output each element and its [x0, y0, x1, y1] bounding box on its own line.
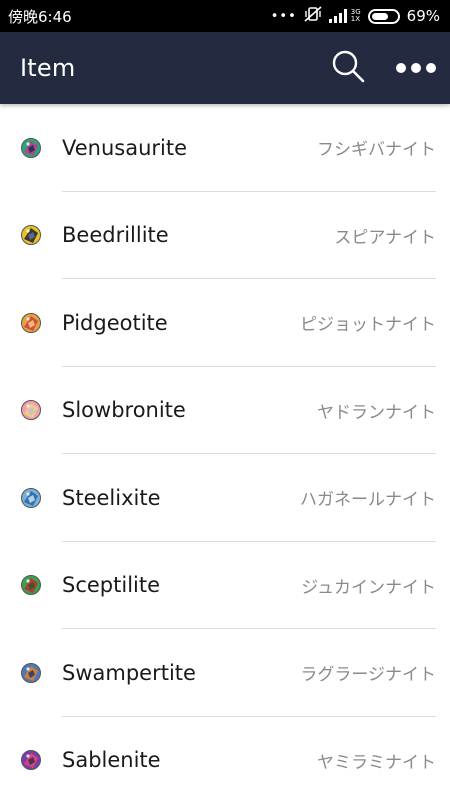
network-type: 3G 1X	[351, 9, 361, 23]
list-item[interactable]: Beedrillite スピアナイト	[0, 192, 450, 280]
status-time: 傍晚6:46	[8, 6, 72, 27]
item-japanese-name: ヤドランナイト	[317, 398, 436, 423]
item-name: Slowbronite	[62, 398, 186, 422]
app-bar: Item	[0, 32, 450, 104]
mega-stone-icon	[20, 224, 42, 246]
item-japanese-name: ピジョットナイト	[300, 310, 436, 335]
list-item[interactable]: Sablenite ヤミラミナイト	[0, 717, 450, 804]
mega-stone-icon	[20, 487, 42, 509]
battery-icon	[368, 9, 400, 24]
more-options-button[interactable]	[396, 48, 436, 88]
search-icon	[331, 49, 365, 87]
vibrate-off-icon	[304, 6, 322, 26]
list-item[interactable]: Slowbronite ヤドランナイト	[0, 367, 450, 455]
mega-stone-icon	[20, 312, 42, 334]
item-name: Sablenite	[62, 748, 161, 772]
list-item[interactable]: Sceptilite ジュカインナイト	[0, 542, 450, 630]
item-name: Pidgeotite	[62, 311, 168, 335]
list-item[interactable]: Pidgeotite ピジョットナイト	[0, 279, 450, 367]
search-button[interactable]	[328, 48, 368, 88]
item-japanese-name: スピアナイト	[334, 223, 436, 248]
item-name: Venusaurite	[62, 136, 187, 160]
network-bottom-label: 1X	[351, 16, 361, 23]
mega-stone-icon	[20, 399, 42, 421]
item-japanese-name: ヤミラミナイト	[317, 748, 436, 773]
item-japanese-name: ラグラージナイト	[300, 660, 436, 685]
signal-icon: 3G 1X	[329, 9, 361, 23]
item-japanese-name: ハガネールナイト	[300, 485, 436, 510]
item-list: Venusaurite フシギバナイト Beedrillite スピアナイト Pidge…	[0, 104, 450, 800]
item-japanese-name: ジュカインナイト	[301, 573, 436, 598]
list-item[interactable]: Steelixite ハガネールナイト	[0, 454, 450, 542]
item-name: Sceptilite	[62, 573, 160, 597]
battery-percent: 69%	[407, 7, 440, 25]
page-title: Item	[20, 54, 75, 82]
item-japanese-name: フシギバナイト	[317, 135, 436, 160]
mega-stone-icon	[20, 137, 42, 159]
list-item[interactable]: Swampertite ラグラージナイト	[0, 629, 450, 717]
more-icon	[395, 59, 437, 78]
list-item[interactable]: Venusaurite フシギバナイト	[0, 104, 450, 192]
status-bar: 傍晚6:46 ••• 3G 1X 69	[0, 0, 450, 32]
more-notifications-icon: •••	[271, 9, 297, 24]
mega-stone-icon	[20, 574, 42, 596]
mega-stone-icon	[20, 749, 42, 771]
item-name: Beedrillite	[62, 223, 169, 247]
item-name: Steelixite	[62, 486, 161, 510]
mega-stone-icon	[20, 662, 42, 684]
item-name: Swampertite	[62, 661, 196, 685]
battery-fill	[372, 13, 389, 20]
